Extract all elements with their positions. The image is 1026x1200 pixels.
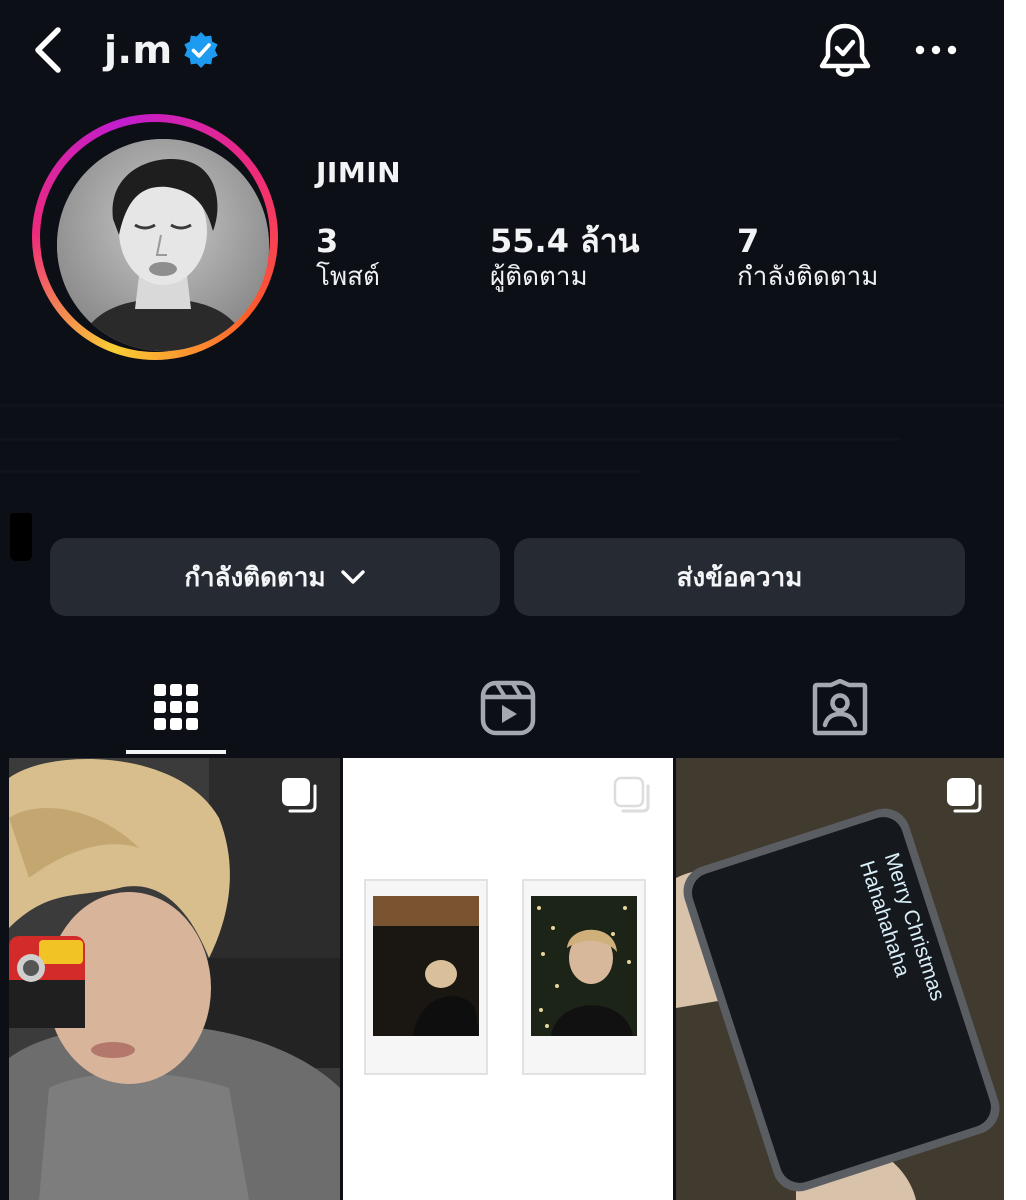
- post-image: [9, 758, 340, 1200]
- username: j.m: [104, 28, 173, 72]
- redaction-mark: [10, 513, 32, 561]
- stat-followers-label: ผู้ติดตาม: [490, 262, 588, 292]
- notification-button[interactable]: [816, 20, 874, 82]
- stat-followers[interactable]: 55.4 ล้าน ผู้ติดตาม: [490, 222, 640, 294]
- posts-grid: Merry Christmas Hahahahaha: [9, 758, 1004, 1200]
- stat-followers-value: 55.4 ล้าน: [490, 222, 640, 260]
- carousel-icon: [947, 778, 982, 813]
- reels-icon: [480, 680, 536, 736]
- post-tile[interactable]: Merry Christmas Hahahahaha: [676, 758, 1004, 1200]
- carousel-icon: [282, 778, 317, 813]
- profile-tabs: [0, 660, 1004, 756]
- username-header: j.m: [104, 24, 221, 76]
- stat-following[interactable]: 7 กำลังติดตาม: [737, 222, 878, 294]
- stat-posts[interactable]: 3 โพสต์: [316, 222, 380, 294]
- chevron-left-icon: [35, 27, 61, 73]
- post-tile[interactable]: [343, 758, 673, 1200]
- avatar-photo: [57, 139, 269, 351]
- active-tab-indicator: [126, 750, 226, 754]
- display-name: JIMIN: [316, 156, 402, 189]
- more-options-button[interactable]: [908, 28, 964, 72]
- message-button[interactable]: ส่งข้อความ: [514, 538, 965, 616]
- tab-posts-grid[interactable]: [126, 660, 226, 756]
- following-button[interactable]: กำลังติดตาม: [50, 538, 500, 616]
- profile-screen: j.m JIMIN 3 โพสต์ 55.4 ล้าน ผู้ติดตาม 7 …: [0, 0, 1026, 1200]
- stat-posts-label: โพสต์: [316, 262, 380, 292]
- notification-bell-icon: [819, 23, 871, 77]
- stat-following-value: 7: [737, 222, 760, 260]
- post-tile[interactable]: [9, 758, 340, 1200]
- story-ring-gap: [40, 122, 270, 352]
- back-button[interactable]: [26, 22, 74, 78]
- tab-reels[interactable]: [456, 660, 560, 756]
- tagged-icon: [812, 679, 868, 736]
- story-ring[interactable]: [32, 114, 278, 360]
- verified-badge-icon: [183, 32, 218, 68]
- message-button-label: ส่งข้อความ: [676, 562, 803, 593]
- grid-icon: [154, 684, 198, 730]
- stat-posts-value: 3: [316, 222, 339, 260]
- carousel-icon: [613, 776, 650, 813]
- more-horizontal-icon: [915, 45, 957, 55]
- bio-area: [0, 390, 1004, 500]
- tab-tagged[interactable]: [788, 660, 892, 756]
- chevron-down-icon: [340, 570, 365, 584]
- post-image: [343, 758, 673, 1200]
- stat-following-label: กำลังติดตาม: [737, 262, 879, 292]
- profile-avatar: [57, 139, 269, 351]
- top-bar: j.m: [0, 0, 1004, 100]
- following-button-label: กำลังติดตาม: [184, 562, 326, 593]
